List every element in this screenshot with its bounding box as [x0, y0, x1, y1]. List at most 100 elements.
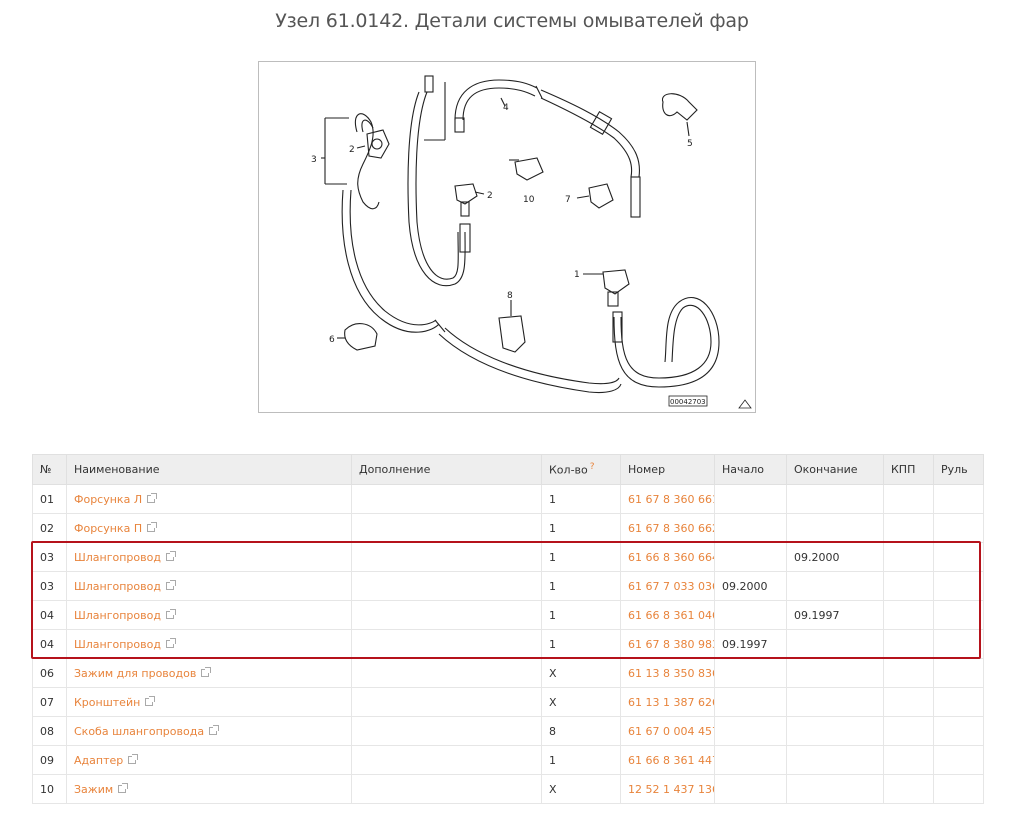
row-start: 09.1997 [714, 629, 787, 659]
row-start [714, 774, 787, 804]
parts-diagram[interactable]: 2 3 4 5 6 7 8 10 2 1 00042703 [258, 61, 756, 413]
row-start: 09.2000 [714, 571, 787, 601]
row-number-cell: 61 13 1 387 626 [620, 687, 715, 717]
row-steering [933, 571, 984, 601]
svg-text:8: 8 [507, 291, 513, 301]
external-link-icon[interactable] [147, 521, 158, 532]
row-name-cell: Зажим [66, 774, 352, 804]
row-addition [351, 629, 542, 659]
external-link-icon[interactable] [128, 753, 139, 764]
row-end [786, 484, 884, 514]
row-addition [351, 716, 542, 746]
row-gearbox [883, 658, 934, 688]
row-end [786, 513, 884, 543]
part-name-link[interactable]: Адаптер [74, 754, 123, 767]
row-end: 09.2000 [786, 542, 884, 572]
row-qty: 1 [541, 745, 621, 775]
part-name-link[interactable]: Зажим для проводов [74, 667, 196, 680]
row-steering [933, 658, 984, 688]
part-name-link[interactable]: Кронштейн [74, 696, 140, 709]
part-name-link[interactable]: Форсунка П [74, 522, 142, 535]
row-addition [351, 745, 542, 775]
row-num: 04 [32, 629, 67, 659]
row-end [786, 629, 884, 659]
col-start: Начало [714, 454, 787, 485]
parts-diagram-drawing: 2 3 4 5 6 7 8 10 2 1 00042703 [311, 75, 752, 409]
external-link-icon[interactable] [145, 695, 156, 706]
row-steering [933, 745, 984, 775]
svg-text:10: 10 [523, 195, 535, 205]
table-row: 01 Форсунка Л 1 61 67 8 360 661 [32, 484, 984, 514]
row-qty: X [541, 658, 621, 688]
row-gearbox [883, 629, 934, 659]
row-addition [351, 600, 542, 630]
part-number-link[interactable]: 61 13 1 387 626 [628, 696, 714, 709]
table-row: 08 Скоба шлангопровода 8 61 67 0 004 457 [32, 716, 984, 746]
row-name-cell: Форсунка П [66, 513, 352, 543]
svg-text:6: 6 [329, 335, 335, 345]
col-name[interactable]: Наименование [66, 454, 352, 485]
row-steering [933, 629, 984, 659]
row-gearbox [883, 716, 934, 746]
part-number-link[interactable]: 61 66 8 361 447 [628, 754, 714, 767]
external-link-icon[interactable] [118, 782, 129, 793]
part-number-link[interactable]: 61 13 8 350 836 [628, 667, 714, 680]
row-addition [351, 571, 542, 601]
row-number-cell: 61 67 7 033 036 [620, 571, 715, 601]
row-num: 06 [32, 658, 67, 688]
row-start [714, 484, 787, 514]
row-num: 10 [32, 774, 67, 804]
part-name-link[interactable]: Шлангопровод [74, 609, 161, 622]
row-gearbox [883, 687, 934, 717]
part-name-link[interactable]: Шлангопровод [74, 551, 161, 564]
part-number-link[interactable]: 61 67 8 360 661 [628, 493, 714, 506]
row-qty: 1 [541, 542, 621, 572]
part-name-link[interactable]: Зажим [74, 783, 113, 796]
row-number-cell: 12 52 1 437 136 [620, 774, 715, 804]
row-qty: X [541, 687, 621, 717]
table-row: 03 Шлангопровод 1 61 66 8 360 664 09.2000 [32, 542, 984, 572]
row-gearbox [883, 571, 934, 601]
row-gearbox [883, 600, 934, 630]
parts-table: № Наименование Дополнение Кол-во? Номер … [32, 454, 984, 804]
row-number-cell: 61 67 8 360 662 [620, 513, 715, 543]
row-end [786, 687, 884, 717]
row-num: 01 [32, 484, 67, 514]
row-num: 09 [32, 745, 67, 775]
row-end [786, 658, 884, 688]
external-link-icon[interactable] [165, 579, 176, 590]
row-start [714, 687, 787, 717]
part-number-link[interactable]: 61 67 8 380 983 [628, 638, 714, 651]
part-name-link[interactable]: Форсунка Л [74, 493, 142, 506]
row-steering [933, 542, 984, 572]
col-number[interactable]: Номер [620, 454, 715, 485]
qty-help-icon[interactable]: ? [590, 462, 595, 472]
table-row: 06 Зажим для проводов X 61 13 8 350 836 [32, 658, 984, 688]
part-number-link[interactable]: 61 67 7 033 036 [628, 580, 714, 593]
part-number-link[interactable]: 61 67 8 360 662 [628, 522, 714, 535]
col-addition: Дополнение [351, 454, 542, 485]
external-link-icon[interactable] [209, 724, 220, 735]
external-link-icon[interactable] [165, 637, 176, 648]
external-link-icon[interactable] [165, 550, 176, 561]
part-number-link[interactable]: 61 66 8 361 046 [628, 609, 714, 622]
external-link-icon[interactable] [165, 608, 176, 619]
part-name-link[interactable]: Шлангопровод [74, 638, 161, 651]
part-number-link[interactable]: 61 66 8 360 664 [628, 551, 714, 564]
col-qty-label: Кол-во [549, 463, 588, 477]
row-num: 03 [32, 542, 67, 572]
row-qty: 1 [541, 600, 621, 630]
part-name-link[interactable]: Скоба шлангопровода [74, 725, 204, 738]
row-gearbox [883, 513, 934, 543]
row-end [786, 774, 884, 804]
row-start [714, 513, 787, 543]
part-name-link[interactable]: Шлангопровод [74, 580, 161, 593]
external-link-icon[interactable] [147, 492, 158, 503]
row-name-cell: Шлангопровод [66, 600, 352, 630]
part-number-link[interactable]: 61 67 0 004 457 [628, 725, 714, 738]
row-addition [351, 542, 542, 572]
diagram-code: 00042703 [670, 398, 706, 406]
external-link-icon[interactable] [201, 666, 212, 677]
part-number-link[interactable]: 12 52 1 437 136 [628, 783, 714, 796]
row-num: 07 [32, 687, 67, 717]
